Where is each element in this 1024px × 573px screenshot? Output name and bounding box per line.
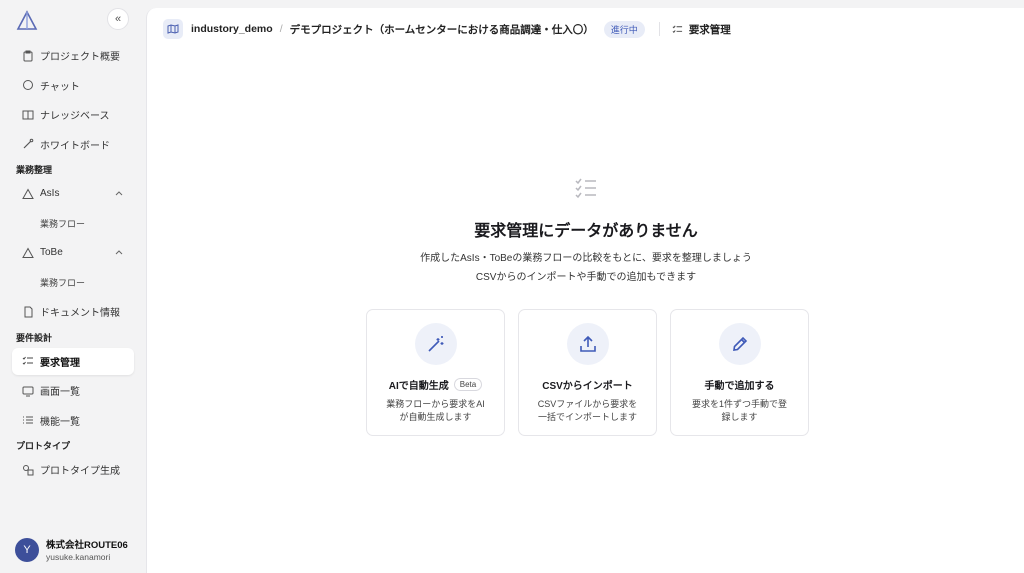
document-icon (22, 306, 34, 318)
sidebar-item-documents[interactable]: ドキュメント情報 (12, 298, 134, 325)
status-badge: 進行中 (603, 20, 645, 38)
sidebar-item-label: ToBe (40, 247, 63, 258)
sidebar-item-whiteboard[interactable]: ホワイトボード (12, 131, 134, 158)
pencil-icon (718, 323, 761, 365)
sidebar-item-functions[interactable]: 機能一覧 (12, 407, 134, 434)
user-name: yusuke.kanamori (46, 552, 111, 562)
chevron-up-icon[interactable] (114, 188, 124, 198)
breadcrumb-separator: / (279, 23, 283, 35)
sidebar: « プロジェクト概要 チャット ナレッジベース ホワイトボード 業務整理 AsI… (0, 0, 146, 573)
magic-wand-icon (414, 323, 457, 365)
shapes-icon (22, 464, 34, 476)
card-description: が自動生成します (399, 412, 472, 422)
sidebar-item-label: 画面一覧 (40, 387, 80, 398)
card-description: 要求を1件ずつ手動で登 (691, 399, 787, 409)
breadcrumb-project[interactable]: industory_demo (191, 23, 273, 35)
empty-state-description: 作成したAsIs・ToBeの業務フローの比較をもとに、要求を整理しましょう (420, 253, 752, 264)
empty-state: 要求管理にデータがありません 作成したAsIs・ToBeの業務フローの比較をもと… (147, 176, 1024, 287)
upload-icon (566, 323, 609, 365)
checklist-icon (22, 355, 34, 367)
avatar: Y (15, 537, 39, 562)
section-heading-prototype: プロトタイプ (16, 441, 71, 451)
brush-icon (22, 138, 34, 150)
collapse-sidebar-button[interactable]: « (107, 8, 129, 30)
sidebar-item-asis-flow[interactable]: 業務フロー (12, 210, 134, 237)
sidebar-item-knowledge[interactable]: ナレッジベース (12, 101, 134, 128)
clipboard-icon (22, 50, 34, 62)
sidebar-item-overview[interactable]: プロジェクト概要 (12, 42, 134, 69)
triangle-icon (22, 246, 34, 259)
card-description: 一括でインポートします (537, 412, 637, 422)
sidebar-item-label: 業務フロー (40, 277, 86, 288)
sidebar-item-requirements[interactable]: 要求管理 (12, 347, 134, 375)
sidebar-item-label: ドキュメント情報 (40, 308, 120, 319)
section-heading-requirements: 要件設計 (16, 332, 53, 343)
sidebar-item-label: AsIs (40, 188, 60, 199)
sidebar-item-asis[interactable]: AsIs (12, 180, 134, 207)
card-description: 録します (721, 412, 758, 422)
sidebar-item-label: プロトタイプ生成 (40, 466, 120, 477)
manual-add-card[interactable]: 手動で追加する 要求を1件ずつ手動で登 録します (670, 309, 809, 436)
checklist-icon (575, 178, 596, 199)
sidebar-item-label: チャット (40, 81, 80, 93)
csv-import-card[interactable]: CSVからインポート CSVファイルから要求を 一括でインポートします (518, 309, 657, 436)
sidebar-item-label: プロジェクト概要 (40, 52, 120, 63)
page-title: 要求管理 (688, 23, 731, 36)
sidebar-item-screens[interactable]: 画面一覧 (12, 377, 134, 404)
sidebar-item-label: ナレッジベース (40, 111, 110, 122)
chat-icon (22, 79, 34, 91)
sidebar-item-label: ホワイトボード (40, 140, 110, 152)
card-description: 業務フローから要求をAI (386, 399, 485, 409)
user-org: 株式会社ROUTE06 (46, 540, 128, 551)
breadcrumb: industory_demo / デモプロジェクト（ホームセンターにおける商品調… (147, 8, 1024, 50)
chevron-up-icon[interactable] (114, 247, 124, 257)
sidebar-item-prototype[interactable]: プロトタイプ生成 (12, 456, 134, 483)
book-icon (22, 109, 34, 121)
map-icon (163, 19, 183, 39)
logo-icon[interactable] (16, 10, 38, 32)
breadcrumb-project-title[interactable]: デモプロジェクト（ホームセンターにおける商品調達・仕入〇） (290, 22, 594, 37)
user-profile[interactable]: Y 株式会社ROUTE06 yusuke.kanamori (15, 537, 128, 562)
checklist-icon (672, 24, 683, 35)
main-panel: industory_demo / デモプロジェクト（ホームセンターにおける商品調… (146, 8, 1024, 573)
sidebar-item-label: 機能一覧 (40, 416, 80, 428)
list-icon (22, 414, 34, 426)
empty-state-title: 要求管理にデータがありません (474, 223, 698, 240)
monitor-icon (22, 385, 34, 397)
card-title: CSVからインポート (542, 381, 633, 392)
sidebar-item-tobe-flow[interactable]: 業務フロー (12, 269, 134, 296)
triangle-icon (22, 187, 34, 200)
section-heading-business: 業務整理 (16, 165, 53, 175)
sidebar-item-label: 要求管理 (40, 357, 80, 369)
sidebar-item-label: 業務フロー (40, 218, 86, 229)
beta-badge: Beta (453, 378, 483, 391)
empty-state-description: CSVからのインポートや手動での追加もできます (475, 272, 697, 283)
card-title: AIで自動生成 (388, 381, 449, 392)
divider (658, 22, 660, 36)
ai-generate-card[interactable]: AIで自動生成 Beta 業務フローから要求をAI が自動生成します (366, 309, 505, 436)
sidebar-item-tobe[interactable]: ToBe (12, 239, 134, 266)
sidebar-item-chat[interactable]: チャット (12, 72, 134, 99)
card-description: CSVファイルから要求を (537, 399, 638, 409)
action-cards: AIで自動生成 Beta 業務フローから要求をAI が自動生成します CSVから… (366, 309, 809, 436)
card-title: 手動で追加する (704, 381, 775, 392)
